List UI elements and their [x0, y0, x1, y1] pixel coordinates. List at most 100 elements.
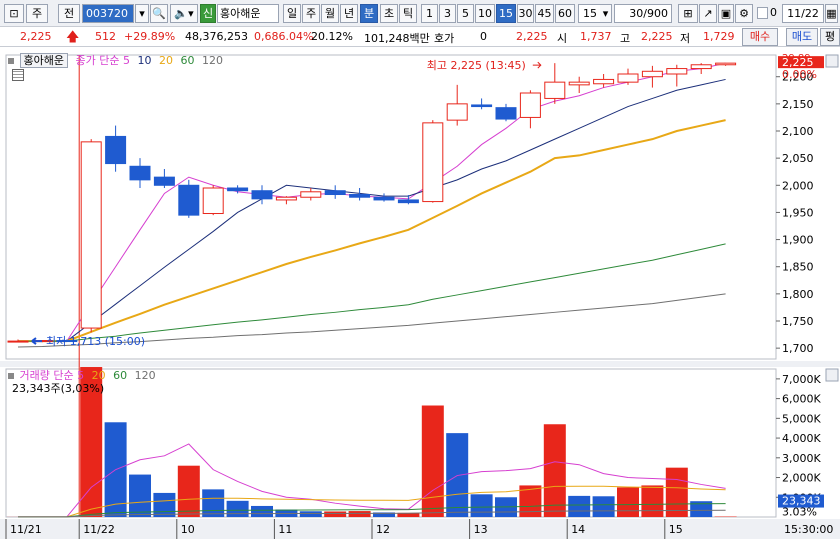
candle[interactable] [519, 92, 541, 118]
checkbox-label: 0 [770, 6, 777, 19]
candle[interactable] [568, 81, 590, 86]
chart-area[interactable]: 1,700 1,750 1,800 1,850 1,900 1,950 2,000 2,050… [0, 47, 840, 539]
x-axis-tick-label: 12 [376, 523, 390, 536]
search-icon[interactable]: 🔍 [150, 4, 168, 23]
open-label: 시 [557, 32, 568, 45]
interval-tab[interactable]: 15 [496, 4, 516, 23]
interval-tab[interactable]: 5 [457, 4, 474, 23]
count-field[interactable]: 30/900 [614, 4, 672, 23]
volume-bar[interactable] [324, 511, 347, 517]
candle[interactable] [7, 340, 29, 343]
candle[interactable] [129, 165, 151, 181]
volume-bar[interactable] [568, 495, 591, 517]
candle[interactable] [300, 191, 322, 198]
volume-bar[interactable] [665, 467, 688, 517]
volume-bar[interactable] [299, 511, 322, 517]
high-label: 고 [620, 32, 631, 45]
buy-button[interactable]: 매수 [742, 28, 778, 46]
candle[interactable] [202, 187, 224, 215]
candle[interactable] [715, 62, 737, 66]
volume-bar[interactable] [470, 494, 493, 517]
scroll-up-icon[interactable] [825, 368, 839, 382]
volume-bar[interactable] [177, 465, 200, 517]
candle[interactable] [227, 187, 249, 192]
interval-tab[interactable]: 30 [517, 4, 534, 23]
tab-jeon[interactable]: 전 [58, 4, 80, 23]
candle[interactable] [153, 176, 175, 186]
volume-bar[interactable] [129, 474, 151, 517]
candle[interactable] [471, 104, 493, 108]
chevron-down-icon[interactable]: ▾ [135, 4, 149, 23]
draw-line-icon[interactable]: ↗ [699, 4, 717, 23]
candle[interactable] [397, 199, 419, 204]
current-price: 2,225 [20, 30, 52, 43]
calendar-icon[interactable]: ▦ [825, 4, 838, 23]
period-tab[interactable]: 년 [340, 4, 358, 23]
period-tab[interactable]: 주 [302, 4, 320, 23]
interval-tab[interactable]: 10 [475, 4, 495, 23]
ma-20-label: 20 [158, 54, 173, 67]
sell-button[interactable]: 매도 [786, 28, 818, 46]
price-y-tick-label: 1,750 [782, 315, 814, 328]
period-tab[interactable]: 분 [360, 4, 378, 23]
volume-bar[interactable] [641, 485, 664, 517]
period-tab[interactable]: 초 [380, 4, 398, 23]
volume-bar[interactable] [617, 487, 639, 517]
candle[interactable] [495, 107, 517, 120]
candle[interactable] [349, 194, 371, 198]
chart-svg[interactable]: 1,700 1,750 1,800 1,850 1,900 1,950 2,000 2,050… [0, 47, 840, 539]
stock-code-input[interactable]: 003720 [82, 4, 134, 23]
volume-bar[interactable] [543, 424, 566, 517]
candle[interactable] [422, 122, 444, 203]
candle[interactable] [275, 196, 297, 201]
candle[interactable] [324, 190, 346, 196]
checkbox[interactable] [757, 7, 768, 19]
candle[interactable] [178, 184, 200, 216]
interval-tab[interactable]: 3 [439, 4, 456, 23]
interval-tab[interactable]: 60 [555, 4, 575, 23]
crosshair-icon[interactable]: ⊞ [678, 4, 698, 23]
x-axis-tick-label: 11/21 [10, 523, 42, 536]
ma-title[interactable]: 종가 단순 [75, 54, 119, 67]
volume-bar[interactable] [226, 500, 249, 517]
grid-icon[interactable] [12, 69, 24, 81]
period-tab[interactable]: 틱 [399, 4, 417, 23]
ma-10-label: 10 [137, 54, 152, 67]
date-field[interactable]: 11/22 [782, 4, 824, 23]
candle[interactable] [80, 141, 102, 329]
x-axis-tick-label: 13 [474, 523, 488, 536]
candle[interactable] [251, 190, 273, 200]
period-tab[interactable]: 월 [321, 4, 339, 23]
flat-button[interactable]: 평 [820, 28, 840, 46]
trade-amount: 101,248백만 [364, 32, 430, 45]
candle[interactable] [105, 135, 127, 165]
volume-bar[interactable] [251, 505, 273, 517]
chart-type-icon[interactable]: ⊡ [4, 4, 24, 23]
candle[interactable] [666, 68, 688, 75]
interval-tab[interactable]: 1 [421, 4, 438, 23]
price-y-tick-label: 1,700 [782, 342, 814, 355]
candle[interactable] [446, 103, 468, 121]
period-tab[interactable]: 일 [283, 4, 301, 23]
volume-bar[interactable] [421, 405, 444, 517]
candle[interactable] [593, 78, 615, 85]
chevron-down-icon[interactable]: ▾ [600, 4, 612, 23]
scroll-up-icon[interactable] [825, 54, 839, 68]
candle[interactable] [617, 73, 639, 83]
price-panel[interactable] [5, 54, 777, 360]
gear-icon[interactable]: ⚙ [735, 4, 753, 23]
candle[interactable] [690, 64, 712, 70]
price-legend-name[interactable]: 홍아해운 [19, 53, 68, 68]
volume-bar[interactable] [202, 489, 225, 517]
interval-tab[interactable]: 45 [535, 4, 554, 23]
volume-bar[interactable] [348, 511, 371, 517]
tab-ju[interactable]: 주 [26, 4, 48, 23]
volume-bar[interactable] [592, 496, 615, 517]
candle[interactable] [373, 196, 395, 201]
candle[interactable] [544, 81, 566, 99]
save-icon[interactable]: ▣ [718, 4, 734, 23]
volume-bar[interactable] [153, 492, 176, 517]
speaker-icon[interactable]: 🔈▾ [170, 4, 198, 23]
candle[interactable] [641, 70, 663, 78]
chart-toolbar: ⊡ 주 전 003720 ▾ 🔍 🔈▾ 신 홍아해운 일주월년분초틱 1 3 5 10… [0, 0, 840, 27]
